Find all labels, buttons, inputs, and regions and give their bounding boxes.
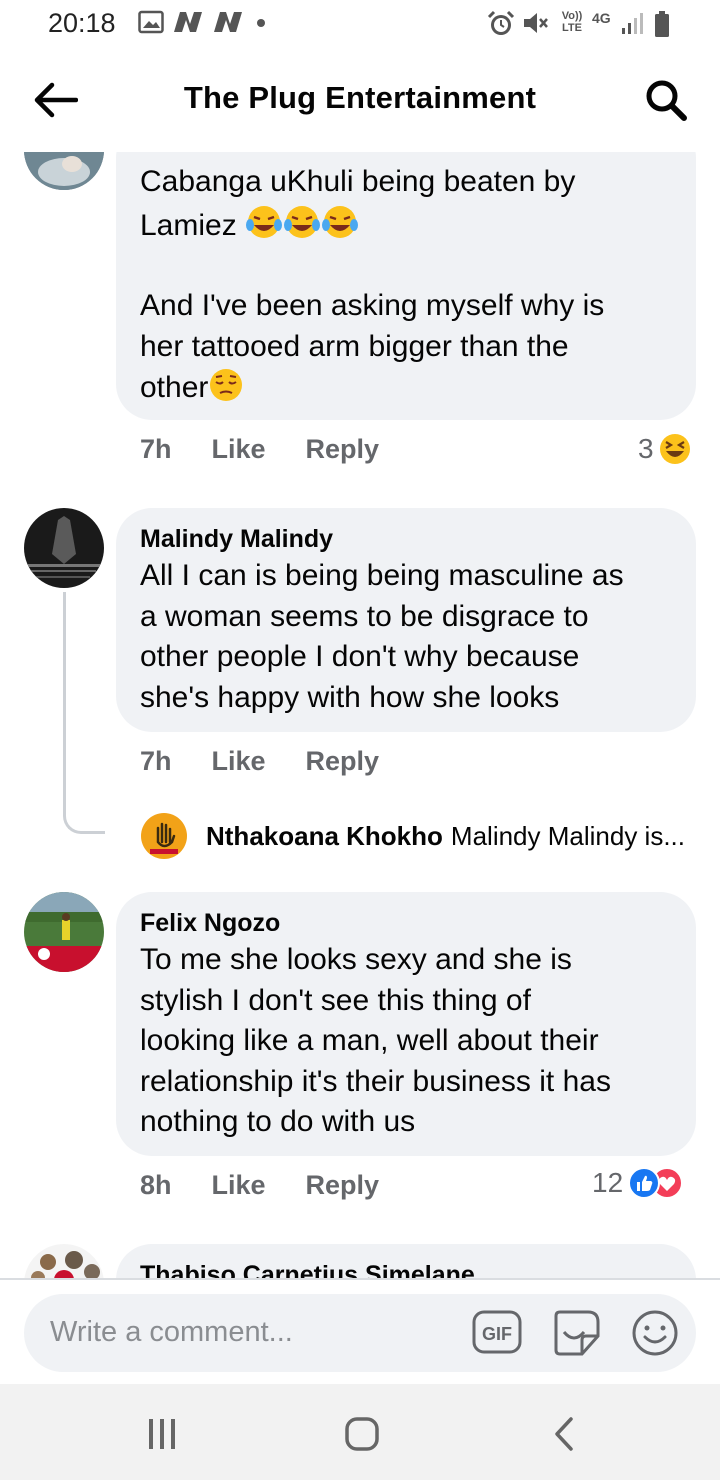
comment-actions: 7h Like Reply [140,746,379,777]
tears-of-joy-emoji-icon [322,205,359,238]
gallery-notification-icon [138,10,164,34]
reply-author: Nthakoana Khokho [206,820,443,851]
praying-hands-avatar-icon [24,508,104,588]
chevron-left-icon [555,1417,573,1451]
mute-icon [524,13,548,33]
reply-snippet: Malindy Malindy is... [450,820,685,851]
sticker-icon [554,1310,600,1356]
reaction-summary[interactable]: 12 [592,1166,685,1200]
comment-actions: 8h Like Reply [140,1170,379,1201]
avatar[interactable] [24,1244,104,1278]
comment-text: Cabanga uKhuli being beaten by Lamiez An… [140,165,605,404]
comment-author[interactable]: Thabiso Carnetius Simelane [140,1258,672,1278]
comment-text: All I can is being being masculine as a … [140,559,624,714]
network-type: 4G [592,10,611,26]
like-button[interactable]: Like [212,1170,266,1201]
status-time: 20:18 [48,8,116,38]
comment-bubble[interactable]: Felix Ngozo To me she looks sexy and she… [116,892,696,1156]
comments-feed[interactable]: Cabanga uKhuli being beaten by Lamiez An… [0,152,720,1278]
comment-author[interactable]: Malindy Malindy [140,522,672,556]
smiley-icon [632,1310,678,1356]
laughing-squint-icon [659,434,690,464]
battery-icon [655,11,669,37]
more-notifications-dot-icon [257,19,265,27]
reply-button[interactable]: Reply [306,746,380,777]
tears-of-joy-emoji-icon [284,205,321,238]
like-button[interactable]: Like [212,746,266,777]
app-n-notification-icon-2 [214,12,242,32]
status-bar: 20:18 Vo)) LTE 4G [0,0,720,48]
sticker-button[interactable] [550,1306,604,1360]
comment-input-placeholder: Write a comment... [50,1316,293,1348]
reaction-count: 12 [592,1167,624,1198]
avatar[interactable] [24,508,104,588]
search-button[interactable] [642,76,690,124]
comment-actions: 7h Like Reply [140,434,379,465]
stop-hand-avatar-icon [141,813,187,859]
comment-time: 7h [140,746,172,776]
collage-avatar-icon [24,1244,104,1278]
field-photo-avatar-icon [24,892,104,972]
home-button[interactable] [332,1410,392,1458]
avatar-photo-icon [24,152,104,190]
system-navigation-bar [0,1384,720,1480]
comment-bubble[interactable]: Malindy Malindy All I can is being being… [116,508,696,732]
search-icon [646,80,687,121]
recent-apps-button[interactable] [132,1410,192,1458]
page-title: The Plug Entertainment [183,80,537,115]
app-header: The Plug Entertainment [0,48,720,152]
alarm-icon [487,10,515,35]
svg-text:GIF: GIF [482,1324,512,1344]
signal-icon [622,13,643,34]
reply-button[interactable]: Reply [306,434,380,465]
avatar[interactable] [24,892,104,972]
app-n-notification-icon [174,12,202,32]
comment-author[interactable]: Felix Ngozo [140,906,672,940]
like-love-reactions-icon [628,1167,684,1199]
reaction-summary[interactable]: 3 [638,432,692,466]
reply-preview[interactable]: Nthakoana Khokho Malindy Malindy is... [140,812,685,860]
volte-indicator: Vo)) LTE [561,10,583,34]
comment-input[interactable]: Write a comment... GIF [24,1294,696,1372]
comment-text: To me she looks sexy and she is stylish … [140,943,611,1138]
comment-bubble[interactable]: Cabanga uKhuli being beaten by Lamiez An… [116,152,696,420]
gif-icon: GIF [472,1310,522,1354]
avatar[interactable] [24,152,104,190]
comment-time: 8h [140,1170,172,1200]
reaction-count: 3 [638,433,654,464]
back-nav-button[interactable] [534,1410,594,1458]
comment-composer: Write a comment... GIF [0,1278,720,1384]
home-icon [345,1417,379,1451]
thread-connector [63,592,105,834]
reply-button[interactable]: Reply [306,1170,380,1201]
pensive-face-emoji-icon [210,369,243,401]
comment-time: 7h [140,434,172,464]
emoji-button[interactable] [628,1306,682,1360]
tears-of-joy-emoji-icon [246,205,283,238]
like-button[interactable]: Like [212,434,266,465]
recent-apps-icon [149,1419,175,1449]
gif-button[interactable]: GIF [470,1306,524,1360]
comment-bubble[interactable]: Thabiso Carnetius Simelane [116,1244,696,1278]
